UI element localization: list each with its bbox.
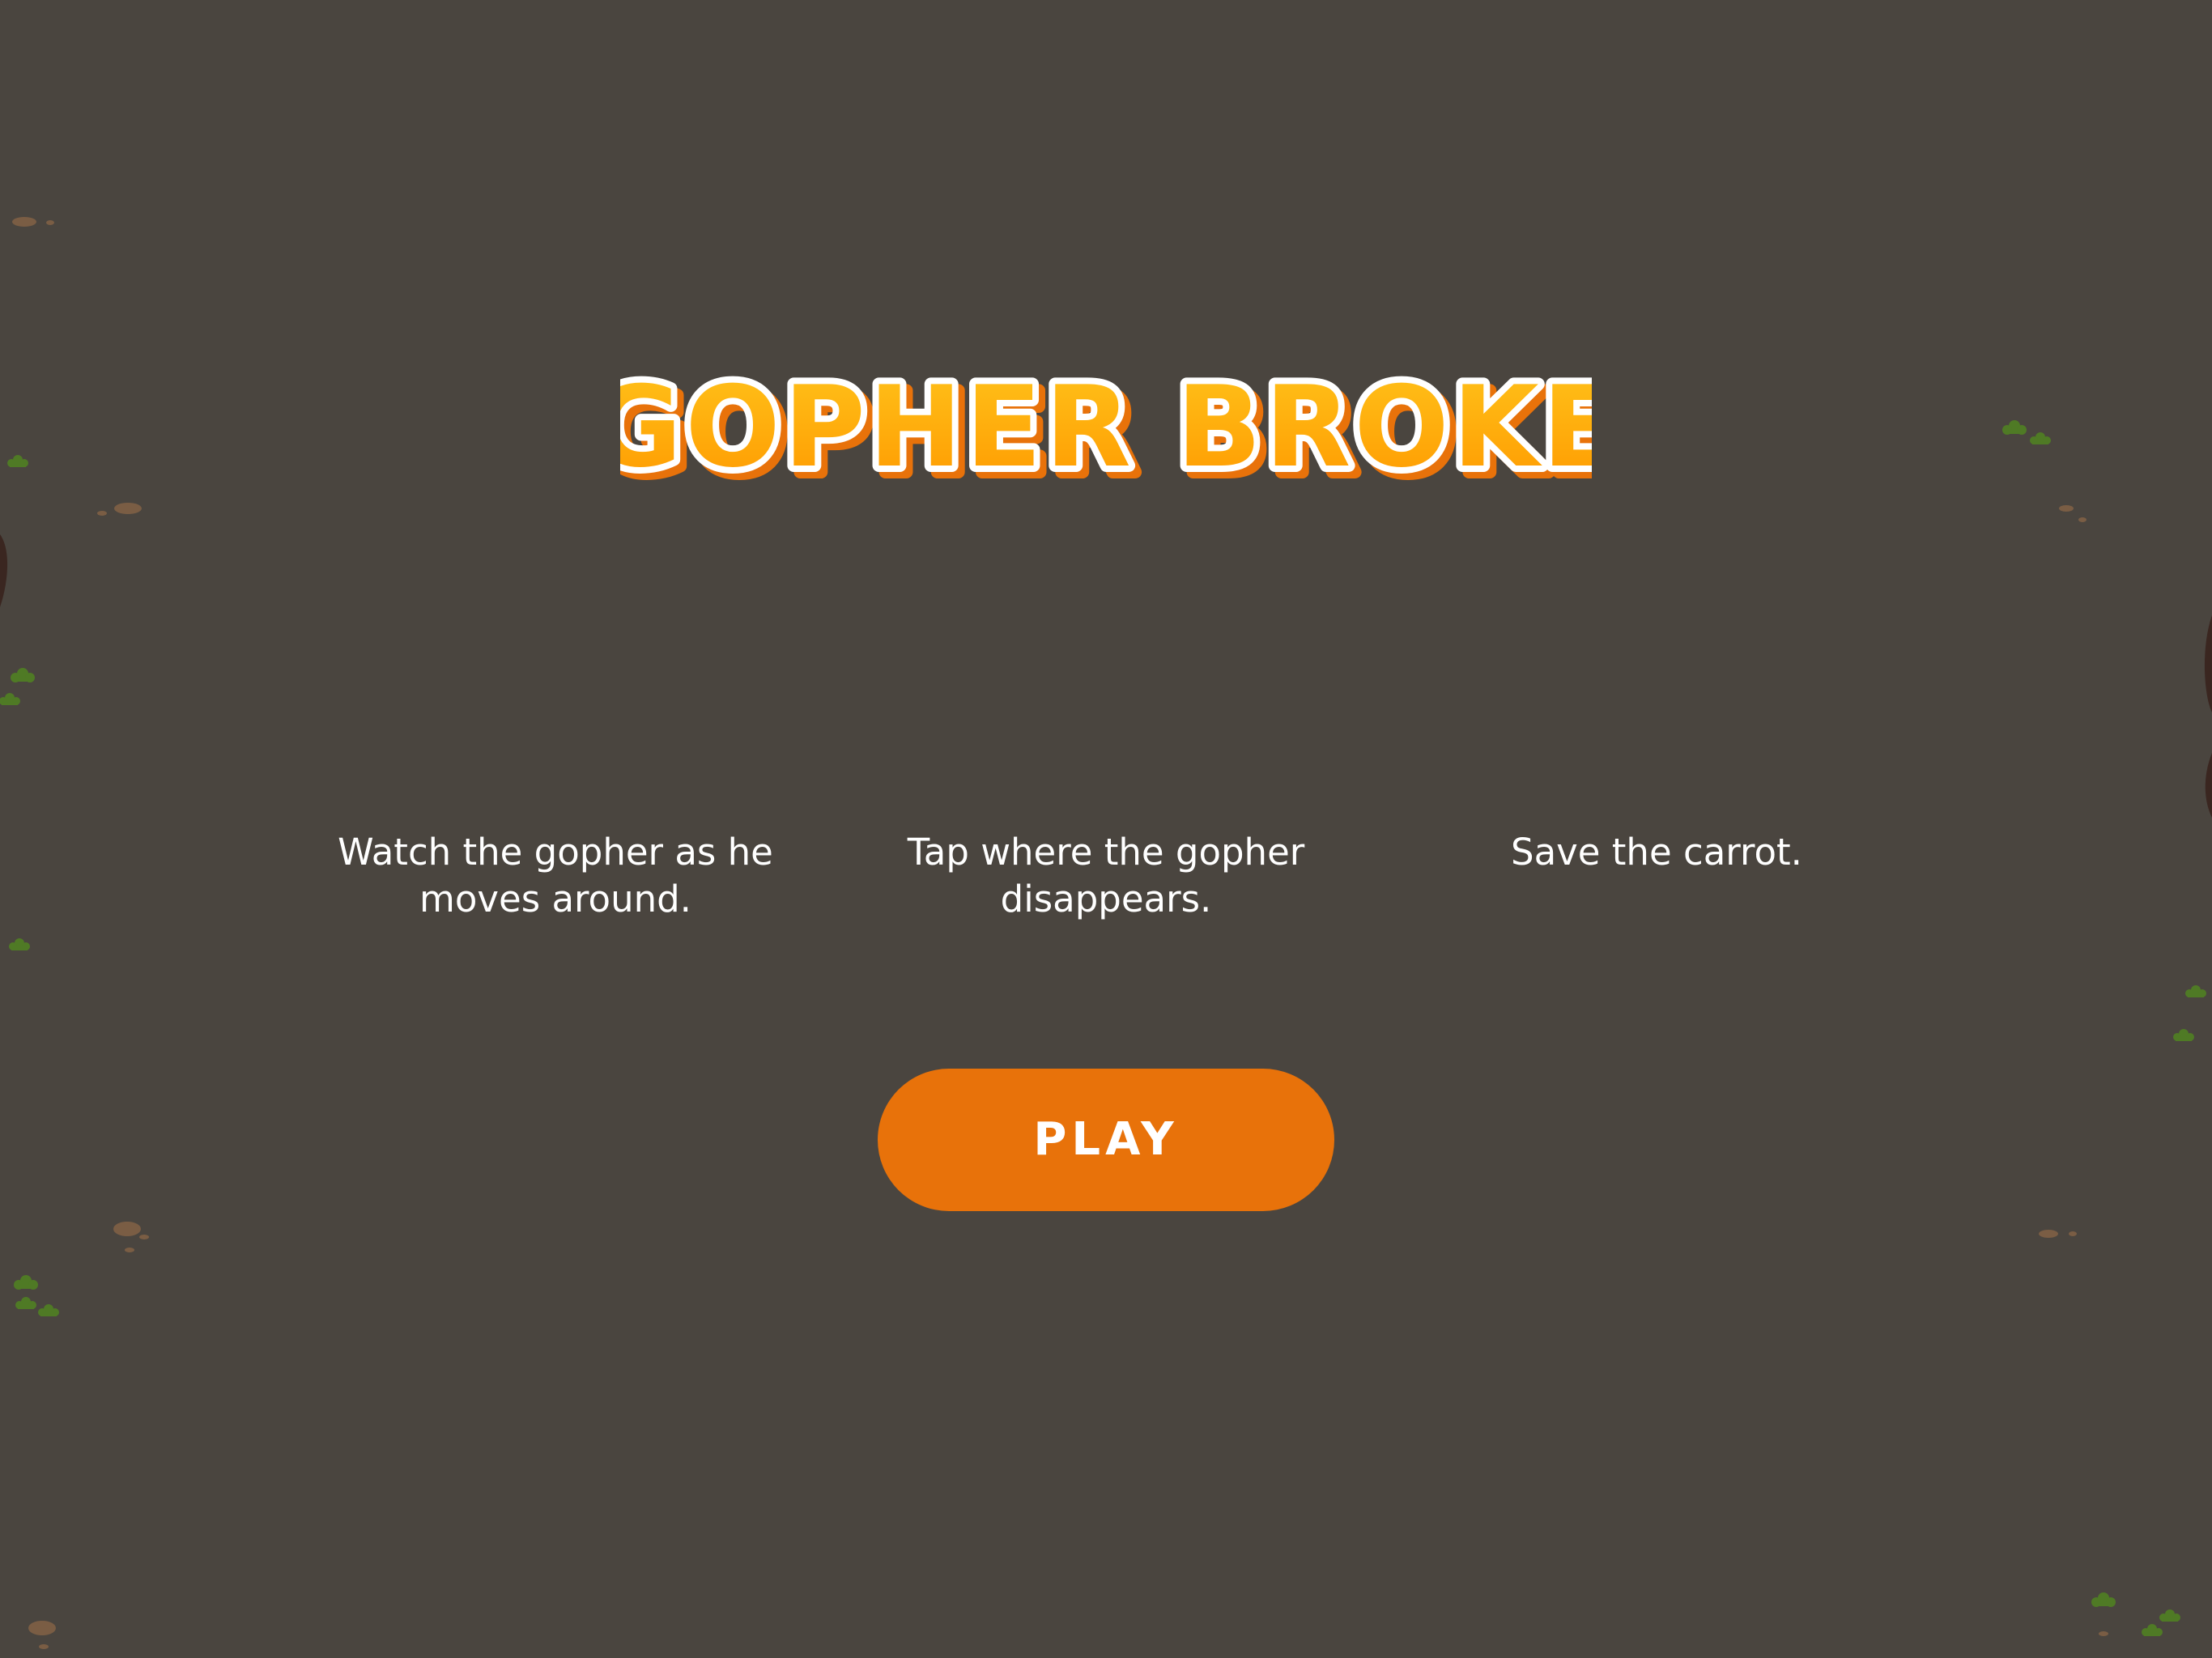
instructions: Watch the gopher as he moves around. Tap… (0, 829, 2212, 959)
start-screen: GOPHER BROKE GOPHER BROKE GOPHER BROKE W… (0, 0, 2212, 1658)
game-title-logo: GOPHER BROKE GOPHER BROKE GOPHER BROKE (620, 368, 1592, 505)
game-title-text: GOPHER BROKE (620, 368, 1592, 492)
root-left (0, 534, 8, 607)
root-right-lower (2205, 753, 2212, 818)
root-right (2204, 615, 2212, 712)
game-title: GOPHER BROKE GOPHER BROKE GOPHER BROKE (0, 368, 2212, 506)
instruction-save: Save the carrot. (1511, 831, 1802, 874)
play-button[interactable]: PLAY (878, 1069, 1334, 1211)
instruction-tap: Tap where the gopher disappears. (907, 831, 1305, 920)
grass-tufts (0, 420, 2206, 1636)
instruction-watch: Watch the gopher as he moves around. (338, 831, 773, 920)
